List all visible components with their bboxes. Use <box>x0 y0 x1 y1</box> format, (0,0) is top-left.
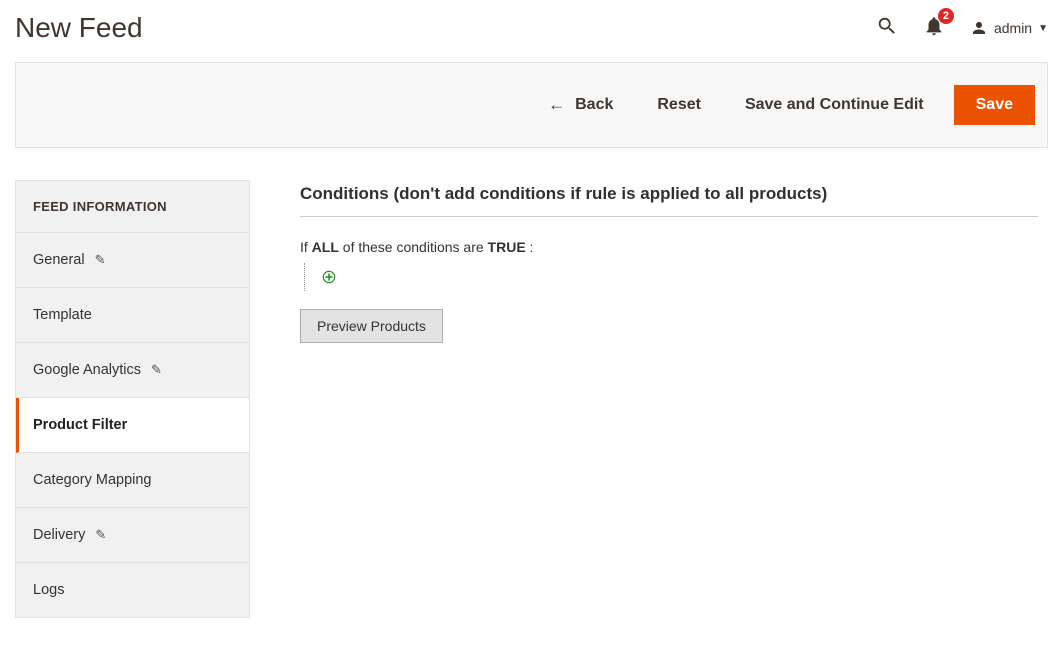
caret-down-icon: ▼ <box>1038 23 1048 34</box>
sidebar-item-label: Google Analytics <box>33 362 141 378</box>
save-continue-button[interactable]: Save and Continue Edit <box>723 86 946 124</box>
sidebar-item-delivery[interactable]: Delivery ✎ <box>16 508 249 563</box>
sidebar-item-label: Template <box>33 307 92 323</box>
actions-bar: ← Back Reset Save and Continue Edit Save <box>15 62 1048 148</box>
section-title: Conditions (don't add conditions if rule… <box>300 184 1038 217</box>
sidebar-item-label: Product Filter <box>33 417 127 433</box>
sidebar-item-label: General <box>33 252 85 268</box>
search-icon[interactable] <box>876 15 898 42</box>
add-condition-icon[interactable] <box>321 269 337 285</box>
sidebar-item-template[interactable]: Template <box>16 288 249 343</box>
condition-tree <box>304 263 1038 291</box>
pencil-icon: ✎ <box>151 362 162 378</box>
back-label: Back <box>575 96 613 114</box>
condition-aggregator[interactable]: ALL <box>312 239 339 255</box>
sidebar-item-label: Logs <box>33 582 64 598</box>
sidebar-item-product-filter[interactable]: Product Filter <box>16 398 249 453</box>
preview-products-button[interactable]: Preview Products <box>300 309 443 343</box>
notification-badge: 2 <box>938 8 954 24</box>
save-button[interactable]: Save <box>954 85 1035 125</box>
pencil-icon: ✎ <box>95 252 106 268</box>
sidebar-item-google-analytics[interactable]: Google Analytics ✎ <box>16 343 249 398</box>
admin-user-menu[interactable]: admin ▼ <box>970 19 1048 37</box>
reset-button[interactable]: Reset <box>635 86 723 124</box>
sidebar-item-logs[interactable]: Logs <box>16 563 249 618</box>
sidebar-item-category-mapping[interactable]: Category Mapping <box>16 453 249 508</box>
notifications-icon[interactable]: 2 <box>923 15 945 42</box>
condition-statement: If ALL of these conditions are TRUE : <box>300 239 1038 263</box>
condition-value[interactable]: TRUE <box>488 239 526 255</box>
page-title: New Feed <box>15 12 143 44</box>
main-content: Conditions (don't add conditions if rule… <box>300 180 1038 343</box>
back-button[interactable]: ← Back <box>526 85 635 125</box>
arrow-left-icon: ← <box>548 95 565 115</box>
sidebar: FEED INFORMATION General ✎ Template Google … <box>15 180 250 618</box>
sidebar-item-general[interactable]: General ✎ <box>16 233 249 288</box>
pencil-icon: ✎ <box>95 527 106 543</box>
sidebar-heading: FEED INFORMATION <box>16 181 249 233</box>
sidebar-item-label: Delivery <box>33 527 85 543</box>
admin-user-label: admin <box>994 20 1032 36</box>
sidebar-item-label: Category Mapping <box>33 472 152 488</box>
